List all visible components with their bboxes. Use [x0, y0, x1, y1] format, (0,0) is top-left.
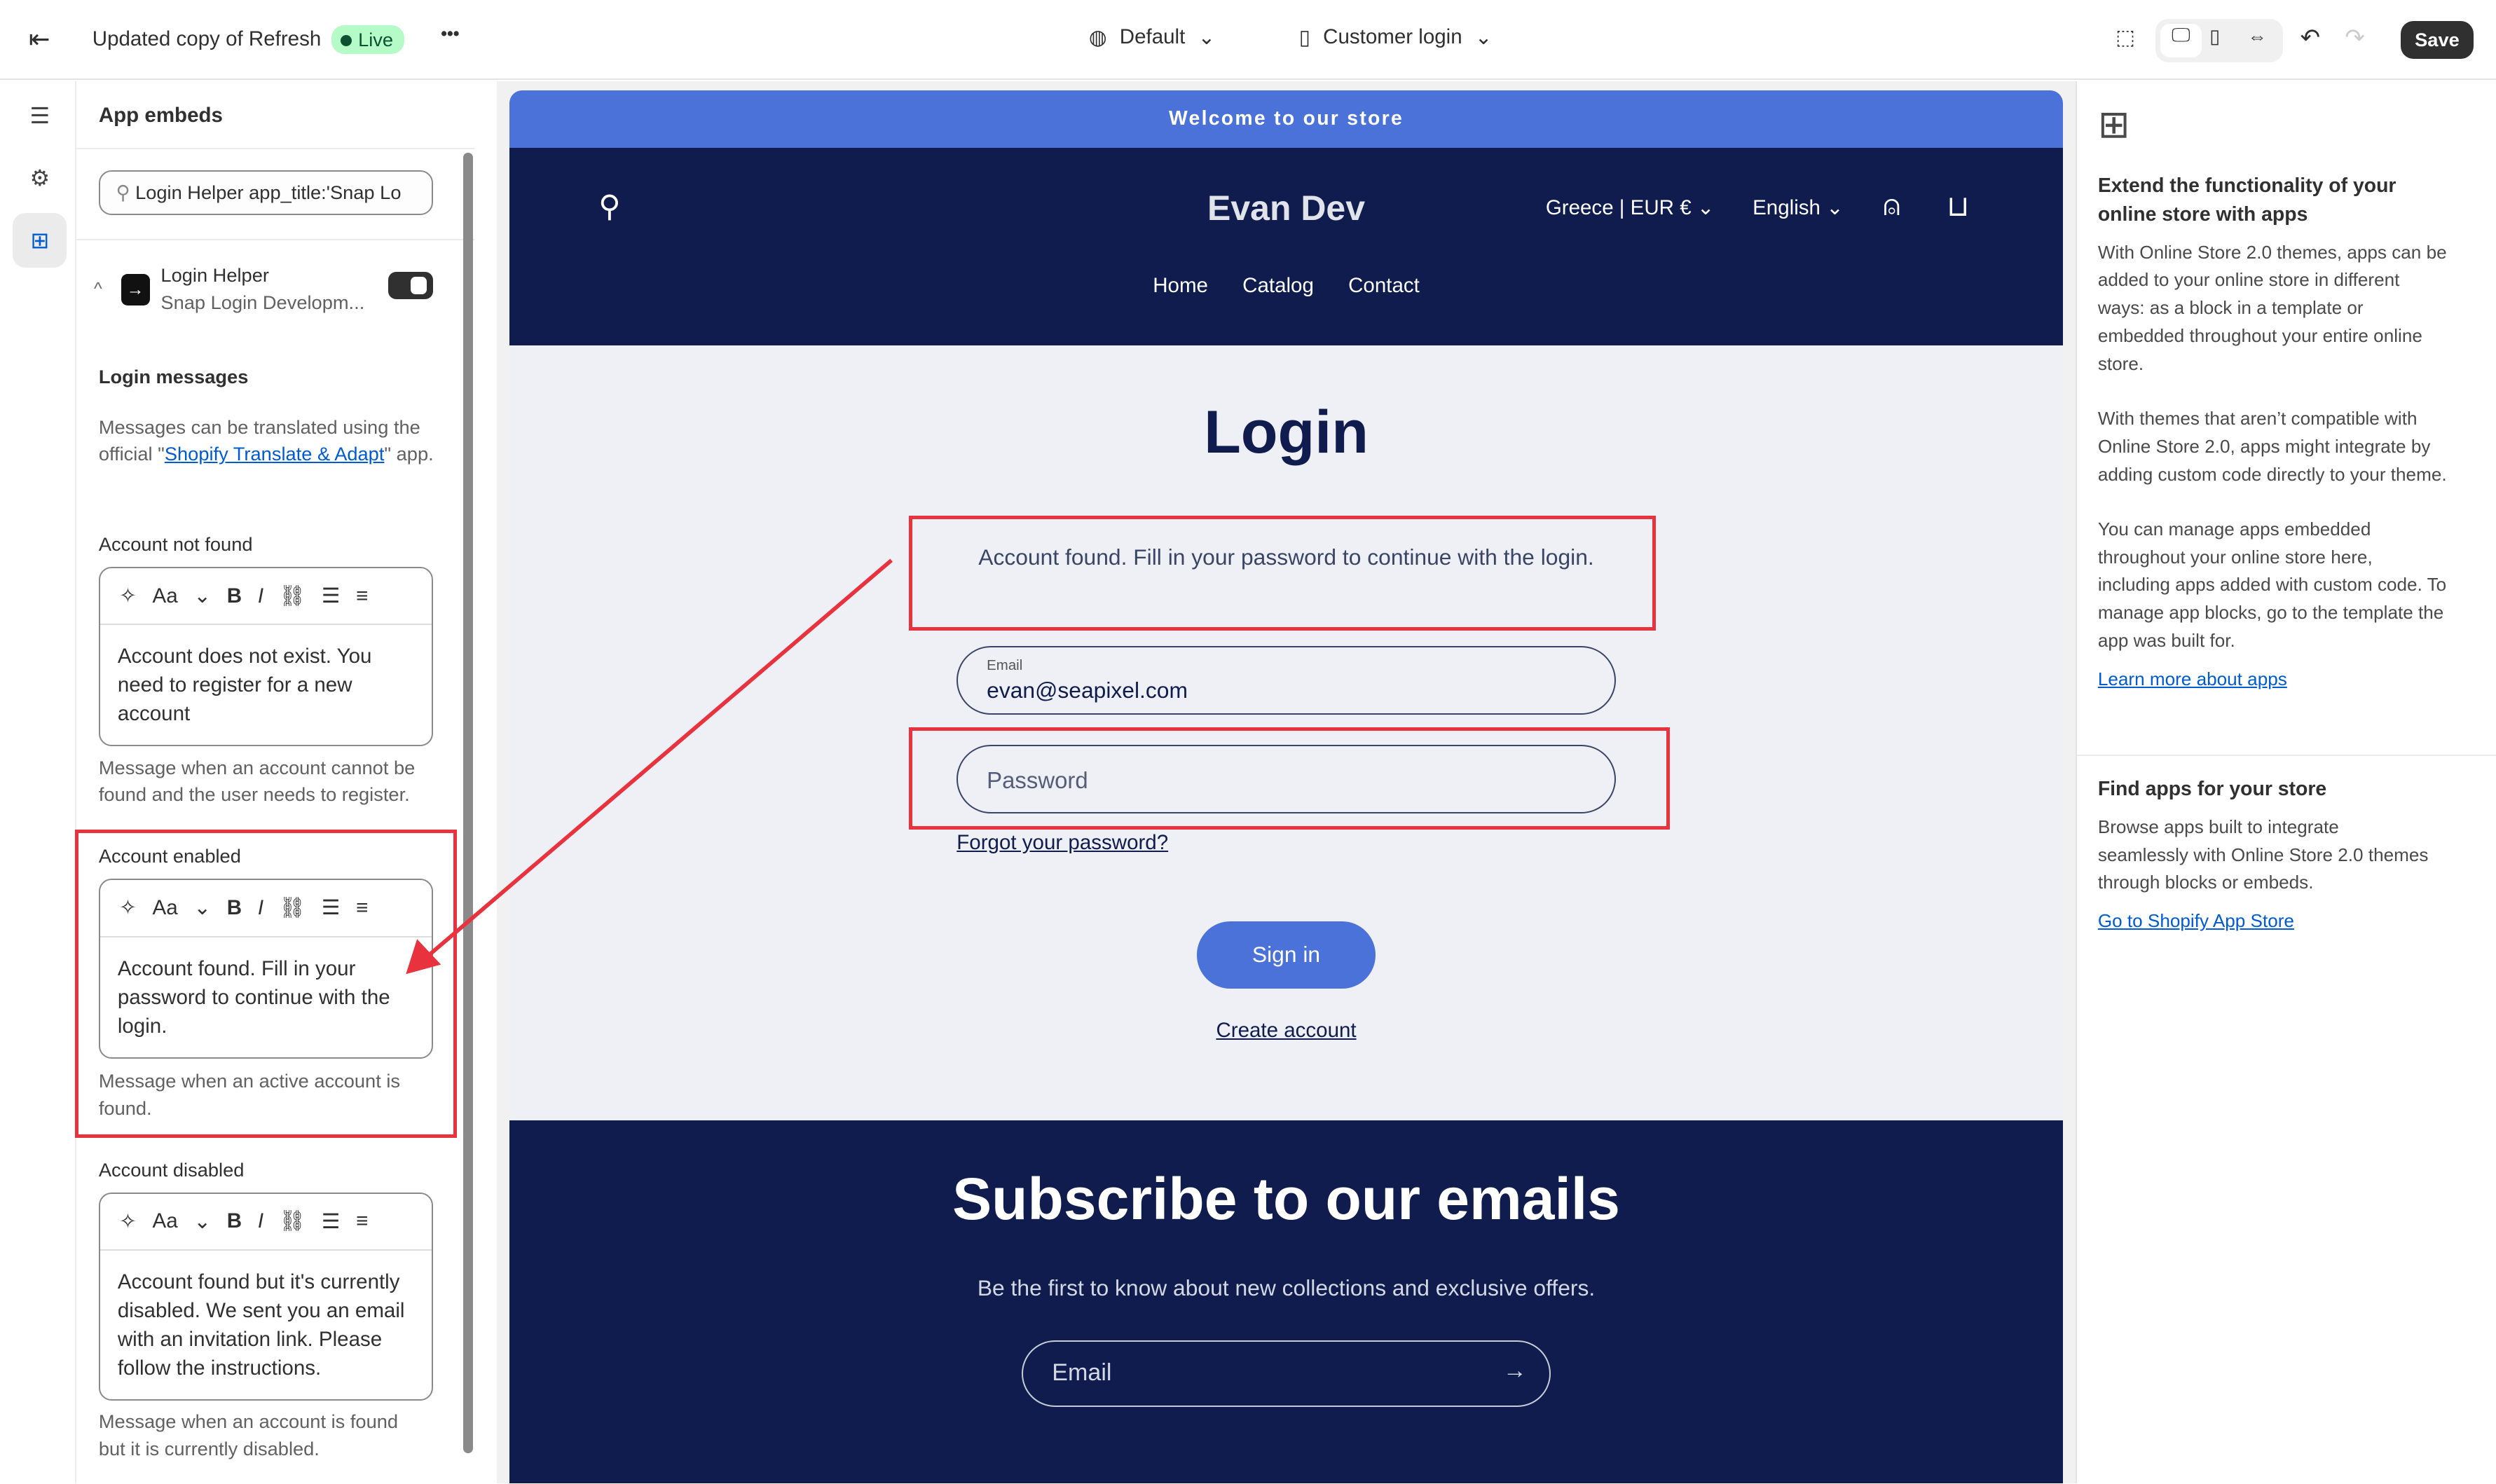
annotation-arrow-icon	[406, 558, 893, 975]
